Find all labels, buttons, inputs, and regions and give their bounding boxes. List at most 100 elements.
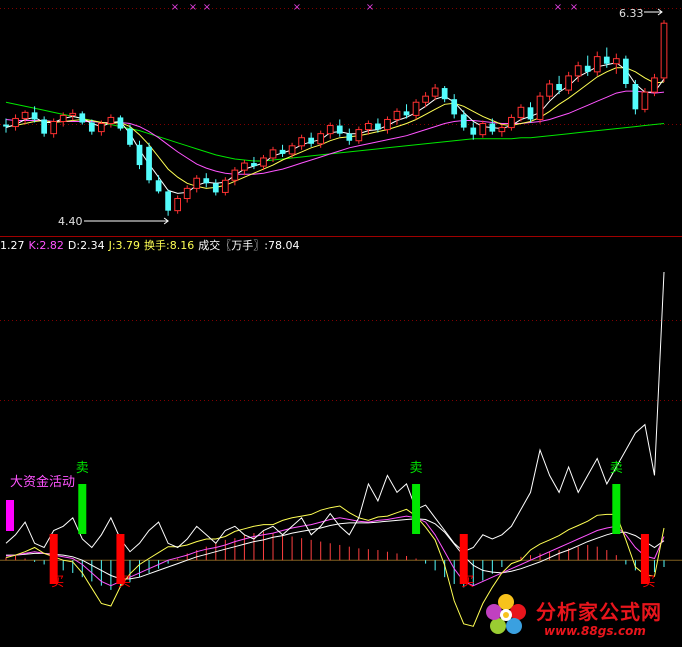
candle [165, 189, 171, 216]
candle-body [393, 110, 401, 120]
candle [69, 109, 77, 121]
candle-body [59, 114, 67, 122]
indicator-readout-bar: 1.27 K:2.82 D:2.34 J:3.79 换手:8.16 成交〖万手〗:78.0… [0, 237, 303, 255]
candle-body [308, 137, 315, 144]
candle [193, 175, 201, 193]
candle [536, 92, 544, 124]
candle-body [231, 169, 239, 181]
candle-body [155, 180, 162, 192]
low-price-label: 4.40 [58, 215, 83, 228]
top-marker: × [171, 2, 179, 13]
indicator-layer [0, 271, 682, 627]
candle [660, 20, 668, 82]
candle-body [498, 127, 506, 133]
candle-body [527, 107, 534, 120]
candle [136, 140, 143, 170]
candle [221, 177, 229, 196]
candle-body [574, 65, 582, 77]
indicator-readout: D:2.34 [67, 239, 105, 252]
candle-body [355, 129, 363, 142]
candle-body [431, 87, 439, 97]
candle-body [165, 191, 171, 211]
candle-body [193, 177, 201, 189]
candle [460, 110, 467, 131]
sell-signal-label: 卖 [76, 461, 89, 476]
d-line-series [6, 518, 665, 580]
candle-body [174, 198, 182, 212]
candle-body [460, 114, 467, 128]
candle [612, 53, 620, 74]
candle-body [412, 101, 420, 116]
candle [308, 132, 315, 147]
candle-body [641, 91, 649, 110]
chart-svg: × × × × × × × 卖 卖 卖买 买 买 买 [0, 2, 682, 627]
candle [155, 175, 162, 194]
candle-body [479, 123, 487, 136]
candle-body [50, 120, 58, 135]
candlestick-layer [3, 8, 668, 225]
candle [451, 94, 458, 119]
candle [365, 120, 372, 135]
top-marker: × [570, 2, 578, 13]
candle-body [146, 146, 152, 181]
candle [622, 55, 629, 89]
candle [212, 179, 219, 196]
candle-body [346, 133, 353, 141]
candle-body [317, 133, 325, 145]
indicator-readout: J:3.79 [108, 239, 141, 252]
candle [21, 110, 29, 125]
candle-body [603, 56, 610, 64]
candle-body [622, 58, 629, 84]
candle [183, 185, 191, 203]
candle [336, 119, 343, 137]
indicator-readout: 成交〖万手〗:78.04 [198, 239, 300, 252]
candle-body [3, 124, 9, 127]
candle [117, 115, 124, 131]
buy-signal-label: 买 [51, 575, 64, 590]
candle-body [584, 65, 591, 72]
candle [384, 116, 391, 134]
indicator-readout: 1.27 [0, 239, 25, 252]
candle-body [365, 123, 372, 131]
candle-body [632, 84, 639, 110]
candle [251, 156, 257, 170]
candle [107, 114, 115, 128]
candle [203, 173, 210, 188]
candle-body [651, 77, 658, 93]
candle [288, 142, 296, 158]
candle [479, 120, 487, 138]
candle-body [21, 111, 29, 119]
watermark: 分析家公式网 www.88gs.com [484, 590, 682, 647]
candle [508, 114, 515, 131]
candle-body [470, 127, 477, 135]
top-marker: × [189, 2, 197, 13]
candle-body [384, 118, 391, 131]
sell-signal-label: 卖 [410, 461, 423, 476]
candle-body [12, 117, 19, 128]
candle [79, 111, 86, 125]
candle-body [298, 137, 305, 147]
candle [546, 79, 553, 101]
candle-body [88, 122, 95, 132]
candle-body [136, 144, 143, 166]
candle-body [127, 128, 133, 145]
turnover-series [5, 271, 665, 553]
buy-signal-label: 买 [461, 575, 474, 590]
candle-body [489, 123, 496, 132]
top-marker-layer: × × × × × × × [171, 2, 578, 13]
indicator-readout: 换手:8.16 [144, 239, 195, 252]
candle [632, 79, 639, 115]
buy-signal-label: 买 [118, 575, 131, 590]
candle [346, 128, 353, 145]
candle-body [260, 157, 267, 167]
chart-stage: × × × × × × × 卖 卖 卖买 买 买 买 6.33 4.40 1.27 K:2.82 D:2.… [0, 0, 682, 647]
candle-body [117, 117, 124, 129]
candle-body [517, 106, 525, 118]
candle [527, 102, 534, 123]
candle-body [241, 162, 248, 171]
candle [470, 122, 477, 140]
candle-body [375, 123, 381, 130]
candle-body [536, 95, 544, 120]
candle-body [403, 111, 410, 116]
sell-signal-bar [612, 484, 621, 534]
